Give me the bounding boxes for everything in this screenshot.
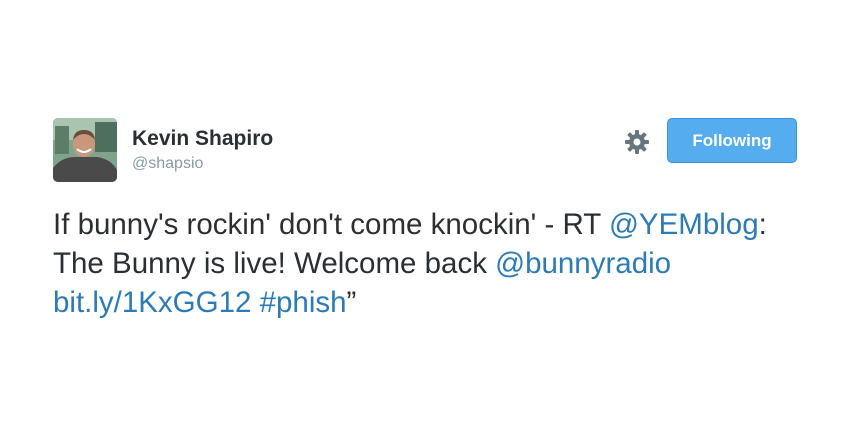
mention-link-yemblog[interactable]: @YEMblog <box>609 208 759 241</box>
following-button[interactable]: Following <box>667 118 797 163</box>
url-link[interactable]: bit.ly/1KxGG12 <box>53 286 251 319</box>
user-avatar[interactable] <box>53 118 117 182</box>
tweet-text-space <box>251 286 259 319</box>
hashtag-link-phish[interactable]: #phish <box>260 286 347 319</box>
closing-quote: ” <box>346 286 357 319</box>
tweet-text-part: If bunny's rockin' don't come knockin' -… <box>53 208 609 241</box>
mention-link-bunnyradio[interactable]: @bunnyradio <box>495 247 671 280</box>
avatar-photo-icon <box>53 118 117 182</box>
display-name[interactable]: Kevin Shapiro <box>132 126 273 152</box>
tweet-header: Kevin Shapiro @shapsio Following <box>53 117 798 183</box>
tweet-card: Kevin Shapiro @shapsio Following If bunn… <box>53 117 798 319</box>
tweet-text: If bunny's rockin' don't come knockin' -… <box>53 205 798 322</box>
gear-icon[interactable] <box>624 129 650 155</box>
user-names: Kevin Shapiro @shapsio <box>132 126 273 175</box>
screen-name[interactable]: @shapsio <box>132 153 273 175</box>
